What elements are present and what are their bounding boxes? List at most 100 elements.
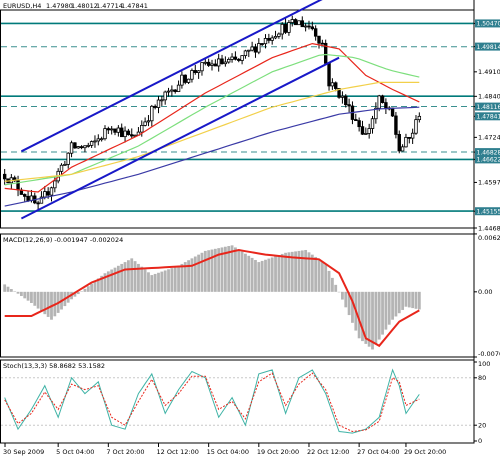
candle-bullish — [241, 56, 244, 61]
candle-bearish — [318, 36, 321, 43]
candle-bearish — [314, 29, 317, 36]
macd-histogram-bar — [257, 262, 260, 292]
macd-histogram-bar — [3, 284, 6, 291]
macd-histogram-bar — [160, 272, 163, 292]
candle-bullish — [124, 131, 127, 137]
macd-histogram-bar — [344, 292, 347, 307]
macd-panel-title: MACD(12,26,9) -0.001947 -0.002024 — [3, 236, 123, 244]
candle-bullish — [70, 143, 73, 153]
candle-bullish — [331, 83, 334, 86]
macd-histogram-bar — [331, 278, 334, 292]
macd-histogram-bar — [254, 260, 257, 292]
macd-histogram-bar — [401, 292, 404, 310]
candle-bullish — [100, 139, 103, 140]
price-tag-label: 1.47841 — [477, 114, 500, 121]
macd-histogram-bar — [84, 289, 87, 292]
candle-bullish — [258, 44, 261, 53]
candle-bullish — [251, 47, 254, 50]
macd-histogram-bar — [10, 289, 13, 292]
macd-histogram-bar — [17, 292, 20, 294]
candle-bullish — [418, 116, 421, 119]
macd-histogram-bar — [37, 292, 40, 309]
candle-bullish — [341, 96, 344, 97]
macd-histogram-bar — [201, 253, 204, 292]
macd-histogram-bar — [251, 258, 254, 292]
macd-histogram-bar — [384, 292, 387, 330]
candle-bearish — [27, 196, 30, 200]
candle-bearish — [3, 174, 6, 179]
stochastic-panel-title: Stoch(13,3,3) 58.8682 53.1582 — [3, 362, 105, 370]
macd-axis-label: 0.00 — [478, 288, 492, 296]
candle-bearish — [344, 96, 347, 104]
candle-bullish — [244, 51, 247, 56]
macd-histogram-bar — [411, 292, 414, 308]
candle-bullish — [204, 62, 207, 63]
candle-bearish — [114, 129, 117, 132]
macd-histogram-bar — [207, 250, 210, 292]
macd-histogram-bar — [154, 274, 157, 292]
macd-histogram-bar — [301, 250, 304, 291]
macd-histogram-bar — [124, 262, 127, 292]
candle-bearish — [130, 135, 133, 136]
candle-bullish — [117, 128, 120, 132]
candle-bearish — [154, 106, 157, 107]
macd-histogram-bar — [114, 268, 117, 292]
macd-histogram-bar — [140, 267, 143, 292]
trading-chart: 1.491001.484071.472451.459701.446800.006… — [0, 0, 500, 457]
price-axis-label: 1.45970 — [478, 179, 500, 187]
stoch-axis-label: 0 — [478, 437, 482, 445]
candle-bearish — [120, 128, 123, 137]
candle-bearish — [80, 147, 83, 148]
candle-bearish — [391, 108, 394, 116]
macd-histogram-bar — [247, 256, 250, 292]
candle-bullish — [87, 145, 90, 146]
candle-bullish — [151, 106, 154, 120]
macd-histogram-bar — [418, 292, 421, 310]
time-axis-label: 15 Oct 04:00 — [207, 448, 249, 456]
candle-bearish — [328, 63, 331, 86]
candle-bearish — [194, 70, 197, 72]
candle-bullish — [147, 121, 150, 122]
macd-histogram-bar — [334, 285, 337, 292]
candle-bearish — [174, 90, 177, 92]
time-axis-label: 7 Oct 20:00 — [106, 448, 144, 456]
candle-bearish — [184, 75, 187, 82]
macd-histogram-bar — [174, 267, 177, 292]
macd-histogram-bar — [94, 281, 97, 292]
macd-histogram-bar — [234, 247, 237, 291]
price-axis-label: 1.47245 — [478, 134, 500, 142]
candle-bullish — [371, 119, 374, 129]
candle-bullish — [171, 90, 174, 91]
time-axis-label: 30 Sep 2009 — [3, 448, 44, 456]
candle-bearish — [284, 24, 287, 32]
price-tag-label: 1.46622 — [477, 157, 500, 164]
candle-bullish — [264, 38, 267, 43]
candle-bullish — [278, 34, 281, 36]
macd-histogram-bar — [170, 268, 173, 292]
candle-bearish — [221, 59, 224, 64]
time-axis-label: 5 Oct 04:00 — [56, 448, 94, 456]
candle-bullish — [224, 62, 227, 64]
macd-histogram-bar — [374, 292, 377, 345]
stoch-axis-label: 80 — [478, 374, 486, 382]
candle-bullish — [84, 146, 87, 148]
candle-bearish — [74, 143, 77, 148]
price-axis-label: 1.49100 — [478, 68, 500, 76]
macd-histogram-bar — [127, 260, 130, 292]
price-axis-label: 1.44680 — [478, 224, 500, 232]
macd-histogram-bar — [284, 253, 287, 292]
candle-bearish — [358, 121, 361, 127]
macd-histogram-bar — [194, 256, 197, 291]
macd-histogram-bar — [150, 275, 153, 292]
macd-histogram-bar — [304, 250, 307, 292]
candle-bullish — [201, 63, 204, 71]
macd-histogram-bar — [321, 262, 324, 292]
macd-histogram-bar — [241, 252, 244, 292]
candle-bearish — [294, 20, 297, 25]
macd-histogram-bar — [274, 256, 277, 292]
macd-histogram-bar — [157, 273, 160, 292]
candle-bullish — [140, 125, 143, 132]
candle-bearish — [47, 192, 50, 195]
time-axis-label: 29 Oct 20:00 — [404, 448, 446, 456]
macd-histogram-bar — [130, 258, 133, 291]
